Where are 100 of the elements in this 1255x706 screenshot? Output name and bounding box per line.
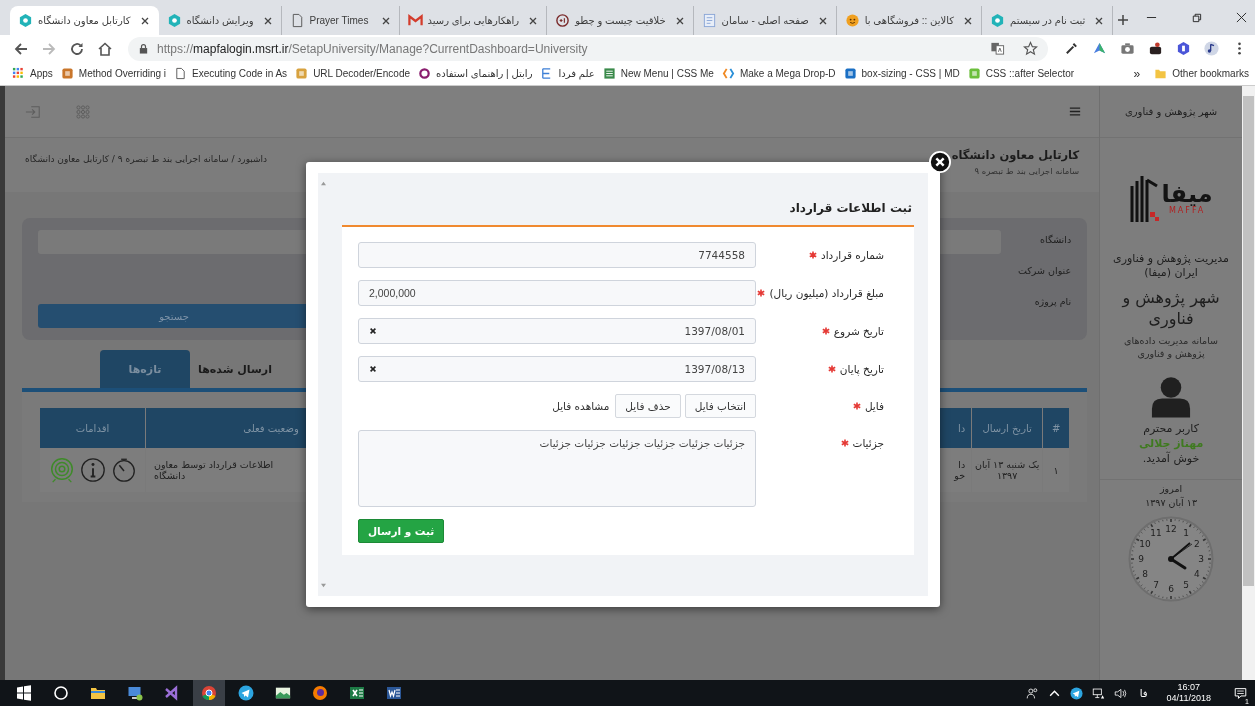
browser-tab[interactable]: کالاین :: فروشگاهی با [836,6,982,35]
paper-plane-icon[interactable] [1069,686,1083,700]
scroll-up-icon[interactable] [319,181,327,186]
clock-number: 2 [1194,539,1200,550]
column-header: اقدامات [40,408,145,448]
field-label: نام پروژه [1033,296,1072,307]
close-icon[interactable] [262,15,273,26]
bookmark[interactable]: box-sizing - CSS | MD [843,67,960,80]
other-bookmarks-folder[interactable]: Other bookmarks [1154,67,1249,80]
table-cell-text: دا [958,459,966,470]
info-icon[interactable] [78,456,107,484]
date-field[interactable]: 1397/08/01 [358,318,756,344]
address-bar[interactable]: https://mapfalogin.msrt.ir/SetapUniversity/Manage?CurrentDashboard=University [128,36,1048,61]
spreadsheet-icon[interactable] [349,685,365,701]
organization-name: مدیریت پژوهش و فناوری ایران (میفا) [1112,252,1230,281]
logo-wordmark: میفا [1161,181,1213,206]
globe-icon[interactable] [312,685,328,701]
hexagon-icon[interactable] [1176,41,1191,56]
menu-icon[interactable] [1069,106,1082,117]
bookmark[interactable]: Apps [12,67,53,80]
bookmark[interactable]: علم فردا [540,67,595,80]
square-icon [967,67,981,80]
bookmark[interactable]: Method Overriding i [60,67,167,80]
infinity-icon[interactable] [164,685,180,701]
profile-avatar[interactable] [1204,41,1219,56]
close-icon[interactable] [380,15,391,26]
site-title: شهر پژوهش و فناوری [1120,286,1221,330]
ring-icon [418,67,432,80]
smiley-icon [844,13,860,28]
tab[interactable]: ارسال شده‌ها [190,350,280,388]
scroll-down-icon[interactable] [319,583,327,588]
volume-icon[interactable] [1113,686,1127,700]
bookmark[interactable]: رابتل | راهنمای استفاده [418,67,533,80]
file-button[interactable]: حذف فایل [615,394,681,418]
browser-tab[interactable]: ثبت نام در سیستم [982,6,1114,35]
close-icon[interactable] [674,15,685,26]
browser-tab[interactable]: صفحه اصلی - سامان [693,6,837,35]
url-text: https://mapfalogin.msrt.ir/SetapUniversity/Manage?CurrentDashboard=University [157,41,589,56]
browser-tab[interactable]: خلاقیت چیست و چطو [547,6,694,35]
people-icon[interactable] [1025,686,1039,700]
view-file-link[interactable]: مشاهده فایل [552,400,610,412]
close-icon[interactable] [139,15,150,26]
hexagon-icon [18,13,33,28]
paper-plane-icon[interactable] [238,685,254,701]
mail-icon [407,13,423,28]
welcome-text: خوش آمدید. [1142,452,1200,466]
arrow-icon[interactable] [1092,41,1107,56]
clock-number: 4 [1194,569,1200,580]
logo-caption: MAFFA [1168,205,1206,215]
language-indicator[interactable]: فا [1139,687,1148,699]
close-icon[interactable] [528,15,539,26]
column-header: # [1043,408,1070,448]
bookmark[interactable]: Executing Code in As [174,67,288,80]
close-icon[interactable] [963,15,973,26]
restore-icon[interactable] [1191,12,1203,23]
column-header: تاریخ ارسال [972,408,1043,448]
input-field[interactable]: 2,000,000 [358,280,756,306]
more-bookmarks-button[interactable]: » [1133,66,1141,81]
star-icon[interactable] [1023,41,1038,56]
computer-icon[interactable] [127,685,143,701]
field-label: عنوان شرکت [1017,265,1072,276]
network-icon[interactable] [1091,686,1105,700]
bookmark[interactable]: URL Decoder/Encode [295,67,411,80]
browser-tab[interactable]: Prayer Times [281,6,400,35]
document-icon[interactable] [386,685,402,701]
field-label: دانشگاه [1039,234,1072,245]
home-icon[interactable] [97,40,113,57]
bookmark[interactable]: CSS ::after Selector [967,67,1075,80]
landscape-icon[interactable] [275,685,291,701]
close-icon[interactable] [1236,12,1248,23]
table-cell-text: خو [954,470,966,481]
folder-icon[interactable] [90,685,106,701]
eyedropper-icon[interactable] [1064,41,1079,56]
clear-icon[interactable] [369,327,377,335]
chevron-icon [721,67,735,80]
reload-icon[interactable] [69,40,85,57]
greeting-text: کاربر محترم [1143,422,1199,436]
bookmark[interactable]: New Menu | CSS Me [602,67,714,80]
bookmark[interactable]: Make a Mega Drop-D [721,67,836,80]
back-icon[interactable] [13,40,29,57]
browser-tab[interactable]: کارتابل معاون دانشگاه [10,6,159,35]
browser-tab[interactable]: راهکارهایی برای رسید [399,6,548,35]
search-icon[interactable] [53,685,69,701]
clock-number: 3 [1198,554,1204,565]
translate-icon[interactable] [990,41,1005,56]
input-field[interactable]: 7744558 [358,242,756,268]
extension-icon[interactable] [1148,41,1163,56]
clear-icon[interactable] [369,365,377,373]
hexagon-icon [166,13,182,28]
system-name: سامانه مدیریت داده‌های پژوهش و فناوری [1123,333,1220,361]
close-icon[interactable] [817,15,828,26]
clock-number: 12 [1165,524,1177,535]
close-icon[interactable] [1094,15,1105,26]
file-button[interactable]: انتخاب فایل [684,394,756,418]
scrollbar-thumb[interactable] [1243,96,1254,586]
date-field[interactable]: 1397/08/13 [358,356,756,382]
windows-logo-icon[interactable] [16,685,32,701]
camera-icon[interactable] [1120,41,1135,56]
taskbar-clock[interactable]: 16:07 04/11/2018 [1166,682,1211,704]
text-area[interactable]: جزئیات جزئیات جزئیات جزئیات جزئیات جزئیات [358,430,756,507]
